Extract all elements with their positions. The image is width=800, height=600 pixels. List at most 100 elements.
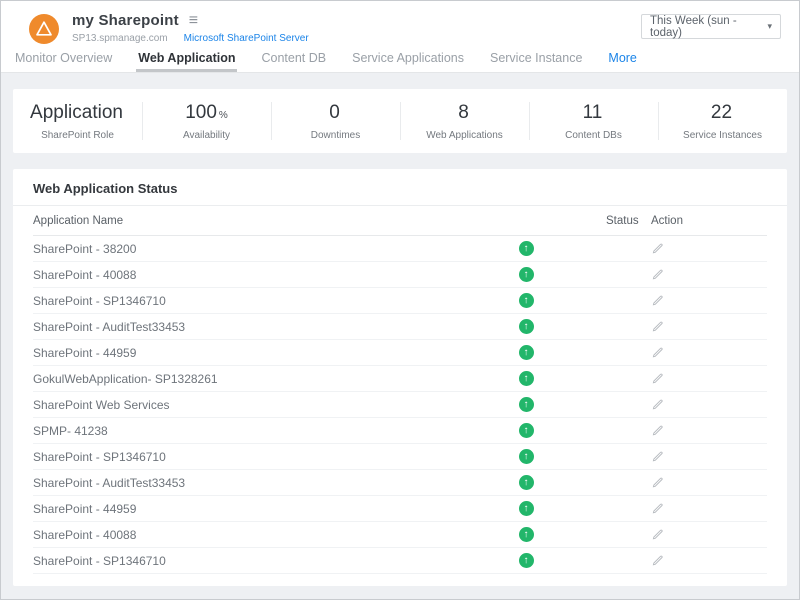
- table-row[interactable]: SharePoint - 40088 ↑: [33, 262, 767, 288]
- stat-value: 100%: [185, 102, 228, 124]
- stat-value-text: 11: [583, 102, 603, 123]
- stat-label: SharePoint Role: [41, 130, 114, 141]
- application-name: SharePoint - SP1346710: [33, 450, 506, 464]
- edit-action-button[interactable]: [651, 502, 767, 515]
- stat-value-text: 0: [329, 102, 340, 123]
- status-up-icon: ↑: [519, 449, 534, 464]
- tab-label: Content DB: [261, 51, 326, 65]
- stat-label: Service Instances: [683, 130, 762, 141]
- tab[interactable]: Service Applications: [350, 51, 466, 72]
- pencil-icon: [651, 346, 664, 359]
- monitor-hostname: SP13.spmanage.com: [72, 33, 168, 44]
- pencil-icon: [651, 424, 664, 437]
- status-up-icon: ↑: [519, 267, 534, 282]
- pencil-icon: [651, 476, 664, 489]
- arrow-up-icon: ↑: [519, 293, 534, 308]
- application-name: SharePoint - SP1346710: [33, 554, 506, 568]
- application-name: SharePoint - 44959: [33, 502, 506, 516]
- status-up-icon: ↑: [519, 423, 534, 438]
- table-row[interactable]: SharePoint - SP1346710 ↑: [33, 288, 767, 314]
- pencil-icon: [651, 294, 664, 307]
- column-header-application-name: Application Name: [33, 215, 506, 227]
- table-row[interactable]: GokulWebApplication- SP1328261 ↑: [33, 366, 767, 392]
- table-row[interactable]: SharePoint - AuditTest33453 ↑: [33, 314, 767, 340]
- edit-action-button[interactable]: [651, 268, 767, 281]
- monitor-header: my Sharepoint ≡ SP13.spmanage.com Micros…: [1, 1, 799, 49]
- arrow-up-icon: ↑: [519, 527, 534, 542]
- status-up-icon: ↑: [519, 475, 534, 490]
- pencil-icon: [651, 398, 664, 411]
- chevron-down-icon: ▾: [767, 21, 772, 32]
- arrow-up-icon: ↑: [519, 267, 534, 282]
- pencil-icon: [651, 554, 664, 567]
- tab[interactable]: Monitor Overview: [13, 51, 114, 72]
- edit-action-button[interactable]: [651, 372, 767, 385]
- app-window: my Sharepoint ≡ SP13.spmanage.com Micros…: [0, 0, 800, 600]
- edit-action-button[interactable]: [651, 450, 767, 463]
- stat-label: Content DBs: [565, 130, 622, 141]
- application-name: SharePoint - AuditTest33453: [33, 476, 506, 490]
- status-up-icon: ↑: [519, 397, 534, 412]
- status-up-icon: ↑: [519, 293, 534, 308]
- column-header-status: Status: [606, 215, 651, 227]
- pencil-icon: [651, 372, 664, 385]
- table-row[interactable]: SharePoint - 44959 ↑: [33, 340, 767, 366]
- table-row[interactable]: SharePoint - 44959 ↑: [33, 496, 767, 522]
- page-title: my Sharepoint: [72, 12, 179, 29]
- application-name: SPMP- 41238: [33, 424, 506, 438]
- time-range-select[interactable]: This Week (sun - today) ▾: [641, 14, 781, 39]
- stat-value-text: 22: [711, 102, 732, 123]
- table-header-row: Application Name Status Action: [33, 206, 767, 236]
- table-row[interactable]: SharePoint - 40088 ↑: [33, 522, 767, 548]
- stat-value: 8: [458, 102, 471, 124]
- column-header-action: Action: [651, 215, 767, 227]
- edit-action-button[interactable]: [651, 294, 767, 307]
- stat-value: Application: [30, 102, 125, 124]
- tab[interactable]: More: [606, 51, 638, 72]
- stat-value-text: 8: [458, 102, 469, 123]
- edit-action-button[interactable]: [651, 528, 767, 541]
- edit-action-button[interactable]: [651, 346, 767, 359]
- tab[interactable]: Web Application: [136, 51, 237, 72]
- arrow-up-icon: ↑: [519, 449, 534, 464]
- table-row[interactable]: SharePoint Web Services ↑: [33, 392, 767, 418]
- edit-action-button[interactable]: [651, 320, 767, 333]
- table-row[interactable]: SharePoint - SP1346710 ↑: [33, 548, 767, 574]
- sharepoint-monitor-logo-icon: [29, 14, 59, 44]
- edit-action-button[interactable]: [651, 554, 767, 567]
- content-area: Application SharePoint Role 100% Availab…: [1, 73, 799, 599]
- edit-action-button[interactable]: [651, 424, 767, 437]
- tab[interactable]: Service Instance: [488, 51, 584, 72]
- edit-action-button[interactable]: [651, 476, 767, 489]
- arrow-up-icon: ↑: [519, 371, 534, 386]
- table-row[interactable]: SharePoint - SP1346710 ↑: [33, 444, 767, 470]
- stat-item: 8 Web Applications: [400, 89, 529, 153]
- table-row[interactable]: SharePoint - 38200 ↑: [33, 236, 767, 262]
- stat-label: Downtimes: [311, 130, 360, 141]
- arrow-up-icon: ↑: [519, 501, 534, 516]
- arrow-up-icon: ↑: [519, 553, 534, 568]
- stat-item: 11 Content DBs: [529, 89, 658, 153]
- tab-label: Monitor Overview: [15, 51, 112, 65]
- hamburger-menu-icon[interactable]: ≡: [189, 13, 198, 29]
- pencil-icon: [651, 320, 664, 333]
- stat-item: 22 Service Instances: [658, 89, 787, 153]
- application-name: SharePoint - 44959: [33, 346, 506, 360]
- tab-bar: Monitor Overview Web Application Content…: [1, 49, 799, 73]
- status-up-icon: ↑: [519, 345, 534, 360]
- arrow-up-icon: ↑: [519, 397, 534, 412]
- edit-action-button[interactable]: [651, 242, 767, 255]
- status-up-icon: ↑: [519, 553, 534, 568]
- pencil-icon: [651, 502, 664, 515]
- web-application-status-card: Web Application Status Application Name …: [13, 169, 787, 586]
- table-row[interactable]: SharePoint - AuditTest33453 ↑: [33, 470, 767, 496]
- tab-label: More: [608, 51, 636, 65]
- stat-value-text: Application: [30, 102, 123, 123]
- tab[interactable]: Content DB: [259, 51, 328, 72]
- table-row[interactable]: SPMP- 41238 ↑: [33, 418, 767, 444]
- summary-stats-card: Application SharePoint Role 100% Availab…: [13, 89, 787, 153]
- edit-action-button[interactable]: [651, 398, 767, 411]
- stat-value-text: 100: [185, 102, 217, 123]
- application-name: SharePoint - 40088: [33, 268, 506, 282]
- monitor-type-link[interactable]: Microsoft SharePoint Server: [184, 33, 309, 44]
